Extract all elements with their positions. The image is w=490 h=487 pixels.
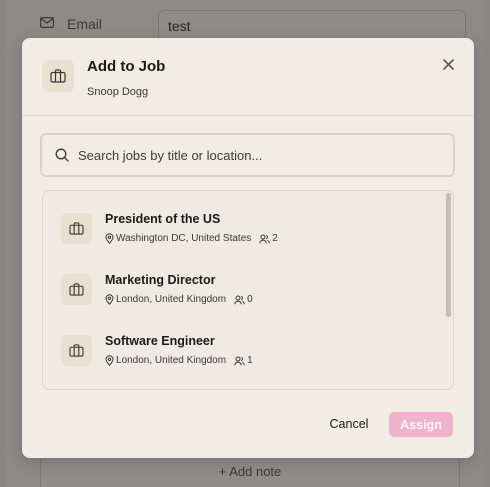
- briefcase-icon: [42, 60, 74, 92]
- job-title: Software Engineer: [105, 334, 215, 348]
- email-value: test: [168, 18, 191, 34]
- email-label: Email: [67, 16, 103, 32]
- location-pin-icon: [105, 294, 114, 305]
- job-title: President of the US: [105, 212, 221, 226]
- email-row: Email test: [32, 8, 472, 42]
- job-list: President of the US Washington DC, Unite…: [42, 190, 454, 390]
- job-meta: Washington DC, United States 2: [105, 233, 278, 244]
- job-list-scrollbar[interactable]: [446, 193, 451, 317]
- briefcase-icon: [61, 274, 92, 305]
- job-item-software[interactable]: Software Engineer London, United Kingdom…: [43, 317, 443, 375]
- briefcase-icon: [61, 213, 92, 244]
- location-pin-icon: [105, 355, 114, 366]
- job-location: London, United Kingdom: [116, 355, 227, 366]
- search-input[interactable]: [78, 135, 445, 175]
- assign-button[interactable]: Assign: [389, 412, 453, 437]
- job-meta: London, United Kingdom 0: [105, 294, 253, 305]
- candidate-count: 1: [247, 355, 253, 366]
- close-button[interactable]: [440, 56, 456, 72]
- candidate-count: 0: [247, 294, 253, 305]
- candidate-count: 2: [272, 233, 278, 244]
- add-note-label: + Add note: [218, 464, 282, 479]
- dialog-title: Add to Job: [87, 58, 166, 75]
- users-icon: [259, 234, 271, 243]
- cancel-button[interactable]: Cancel: [324, 412, 374, 436]
- mail-icon: [40, 17, 54, 28]
- header-divider: [22, 115, 474, 116]
- close-icon: [442, 58, 454, 70]
- briefcase-icon: [61, 335, 92, 366]
- job-title: Marketing Director: [105, 273, 216, 287]
- add-note-button[interactable]: + Add note: [40, 455, 460, 487]
- search-box[interactable]: [40, 133, 455, 177]
- location-pin-icon: [105, 233, 114, 244]
- job-location: Washington DC, United States: [116, 233, 252, 244]
- job-item-marketing[interactable]: Marketing Director London, United Kingdo…: [43, 256, 443, 314]
- job-location: London, United Kingdom: [116, 294, 227, 305]
- dialog-subtitle: Snoop Dogg: [87, 86, 149, 98]
- job-meta: London, United Kingdom 1: [105, 355, 253, 366]
- job-item-president[interactable]: President of the US Washington DC, Unite…: [43, 195, 443, 253]
- users-icon: [234, 356, 245, 365]
- search-icon: [55, 148, 69, 162]
- add-to-job-dialog: Add to Job Snoop Dogg President of the U…: [22, 38, 474, 458]
- users-icon: [234, 295, 245, 304]
